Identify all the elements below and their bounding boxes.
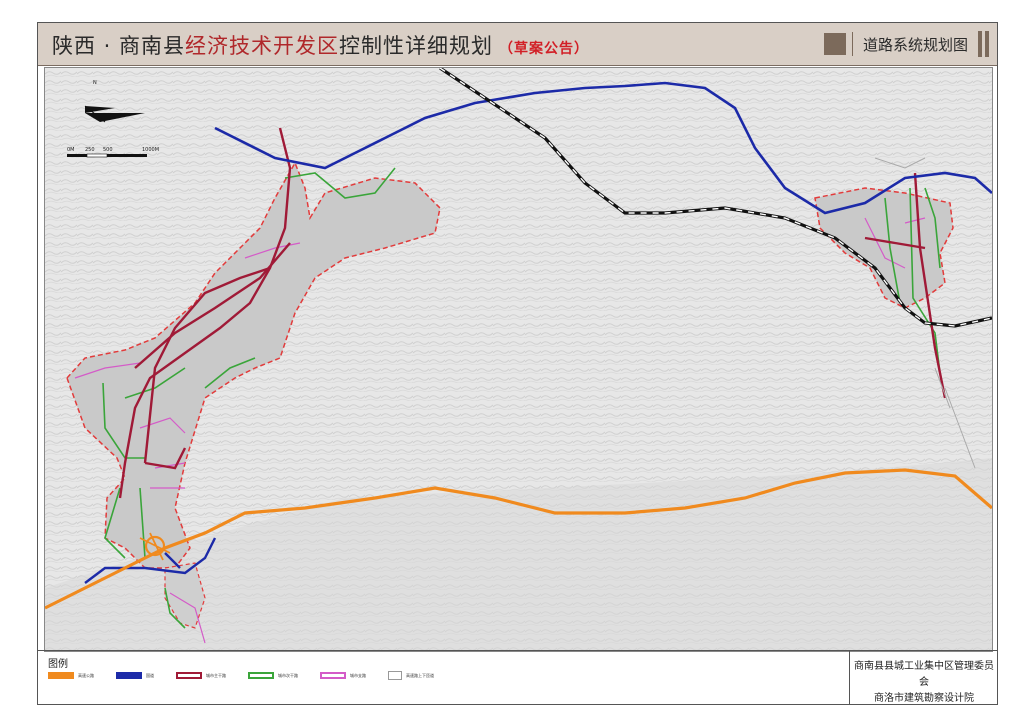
- title-bars-decoration: [978, 31, 989, 57]
- legend-item-national-road: 国道: [116, 672, 154, 679]
- legend-label: 高速公路: [78, 672, 94, 678]
- legend-label: 国道: [146, 672, 154, 678]
- legend-item-ramp: 高速路上下匝道: [388, 671, 434, 680]
- title-zone: 经济技术开发区: [185, 34, 340, 58]
- title-plan: 控制性详细规划: [339, 34, 494, 58]
- legend-label: 城市次干路: [278, 672, 298, 678]
- road-map-svg: N 0M 250 500 1000M: [45, 68, 992, 651]
- green-line-icon: [248, 672, 274, 679]
- title-region: 陕西 · 商南县: [52, 34, 186, 58]
- title-separator: [851, 32, 853, 56]
- credits-panel: 商南县县城工业集中区管理委员会 商洛市建筑勘察设计院: [849, 650, 998, 705]
- legend-panel: 图例 高速公路 国道 城市主干路 城市次干路 城市支路 高速路上下匝道: [38, 650, 849, 705]
- scale-tick-1000: 1000M: [142, 147, 159, 153]
- legend-item-branch: 城市支路: [320, 672, 366, 679]
- magenta-line-icon: [320, 672, 346, 679]
- legend-label: 城市支路: [350, 672, 366, 678]
- title-block-decoration: [823, 33, 846, 55]
- scale-tick-0: 0M: [67, 147, 75, 153]
- crimson-line-icon: [176, 672, 202, 679]
- legend-label: 城市主干路: [206, 672, 226, 678]
- legend-label: 高速路上下匝道: [406, 672, 434, 678]
- title-draft-tag: （草案公告）: [499, 41, 590, 57]
- sheet-name: 道路系统规划图: [862, 35, 968, 54]
- north-label: N: [93, 80, 97, 86]
- orange-line-icon: [48, 672, 74, 679]
- scale-tick-500: 500: [103, 147, 113, 153]
- map-title: 陕西 · 商南县经济技术开发区控制性详细规划 （草案公告）: [52, 30, 589, 60]
- legend-items: 高速公路 国道 城市主干路 城市次干路 城市支路 高速路上下匝道: [48, 671, 434, 680]
- map-sheet: 陕西 · 商南县经济技术开发区控制性详细规划 （草案公告） 道路系统规划图 N …: [37, 22, 998, 705]
- legend-item-trunk: 城市主干路: [176, 672, 226, 679]
- map-area: N 0M 250 500 1000M: [44, 67, 993, 652]
- credit-committee: 商南县县城工业集中区管理委员会: [854, 661, 994, 688]
- sheet-label-group: 道路系统规划图: [823, 29, 989, 59]
- scale-tick-250: 250: [85, 147, 95, 153]
- legend-title: 图例: [48, 659, 68, 670]
- legend-item-expressway: 高速公路: [48, 672, 94, 679]
- title-bar: 陕西 · 商南县经济技术开发区控制性详细规划 （草案公告） 道路系统规划图: [38, 23, 997, 66]
- ramp-line-icon: [388, 671, 402, 680]
- credit-institute: 商洛市建筑勘察设计院: [874, 693, 974, 704]
- blue-line-icon: [116, 672, 142, 679]
- legend-item-secondary: 城市次干路: [248, 672, 298, 679]
